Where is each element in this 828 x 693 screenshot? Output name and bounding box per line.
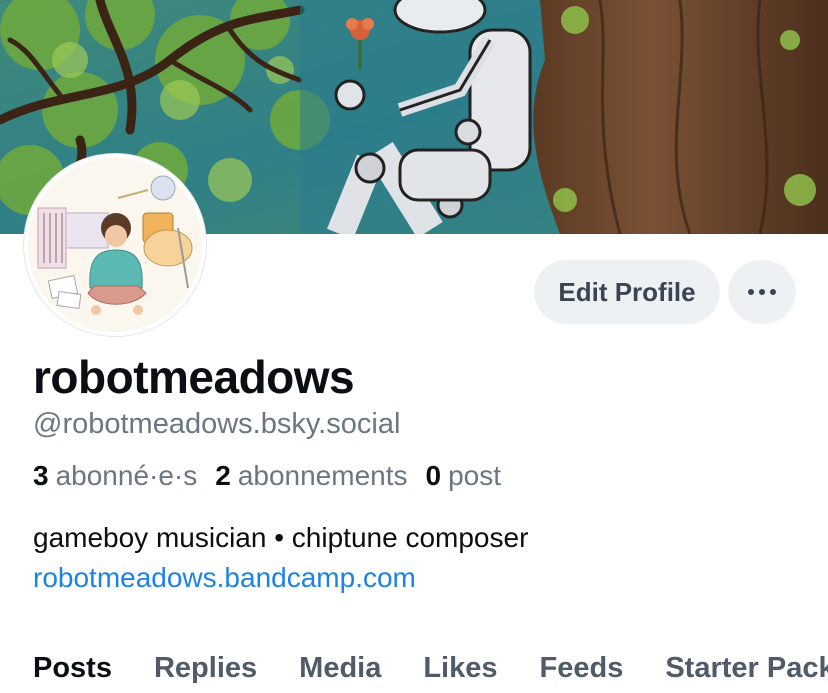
display-name: robotmeadows <box>33 351 355 403</box>
tab-starter-packs[interactable]: Starter Packs <box>665 652 828 685</box>
profile-handle: @robotmeadows.bsky.social <box>33 408 401 440</box>
ellipsis-icon <box>748 289 776 295</box>
bio-link[interactable]: robotmeadows.bandcamp.com <box>33 562 416 594</box>
tab-media[interactable]: Media <box>299 652 381 685</box>
posts-label: post <box>448 460 502 491</box>
followers-count: 3 <box>33 460 49 491</box>
following-label: abonnements <box>237 460 408 491</box>
profile-page: Edit Profile robotmeadows @robotmeadows.… <box>0 0 828 693</box>
posts-count: 0 <box>425 460 442 491</box>
avatar-illustration <box>28 158 202 332</box>
tab-replies[interactable]: Replies <box>154 652 257 685</box>
following-stat[interactable]: 2 abonnements <box>215 460 407 492</box>
avatar[interactable] <box>24 154 206 336</box>
followers-label: abonné·e·s <box>55 460 198 491</box>
tab-feeds[interactable]: Feeds <box>540 652 624 685</box>
tab-likes[interactable]: Likes <box>423 652 497 685</box>
following-count: 2 <box>215 460 231 491</box>
edit-profile-button[interactable]: Edit Profile <box>534 260 720 324</box>
profile-bio: gameboy musician • chiptune composer <box>33 522 529 553</box>
more-options-button[interactable] <box>728 260 796 324</box>
profile-tabs: Posts Replies Media Likes Feeds Starter … <box>33 652 828 685</box>
posts-stat: 0 post <box>426 460 502 492</box>
tab-posts[interactable]: Posts <box>33 652 112 685</box>
profile-stats: 3 abonné·e·s 2 abonnements 0 post <box>33 460 501 492</box>
followers-stat[interactable]: 3 abonné·e·s <box>33 460 197 492</box>
